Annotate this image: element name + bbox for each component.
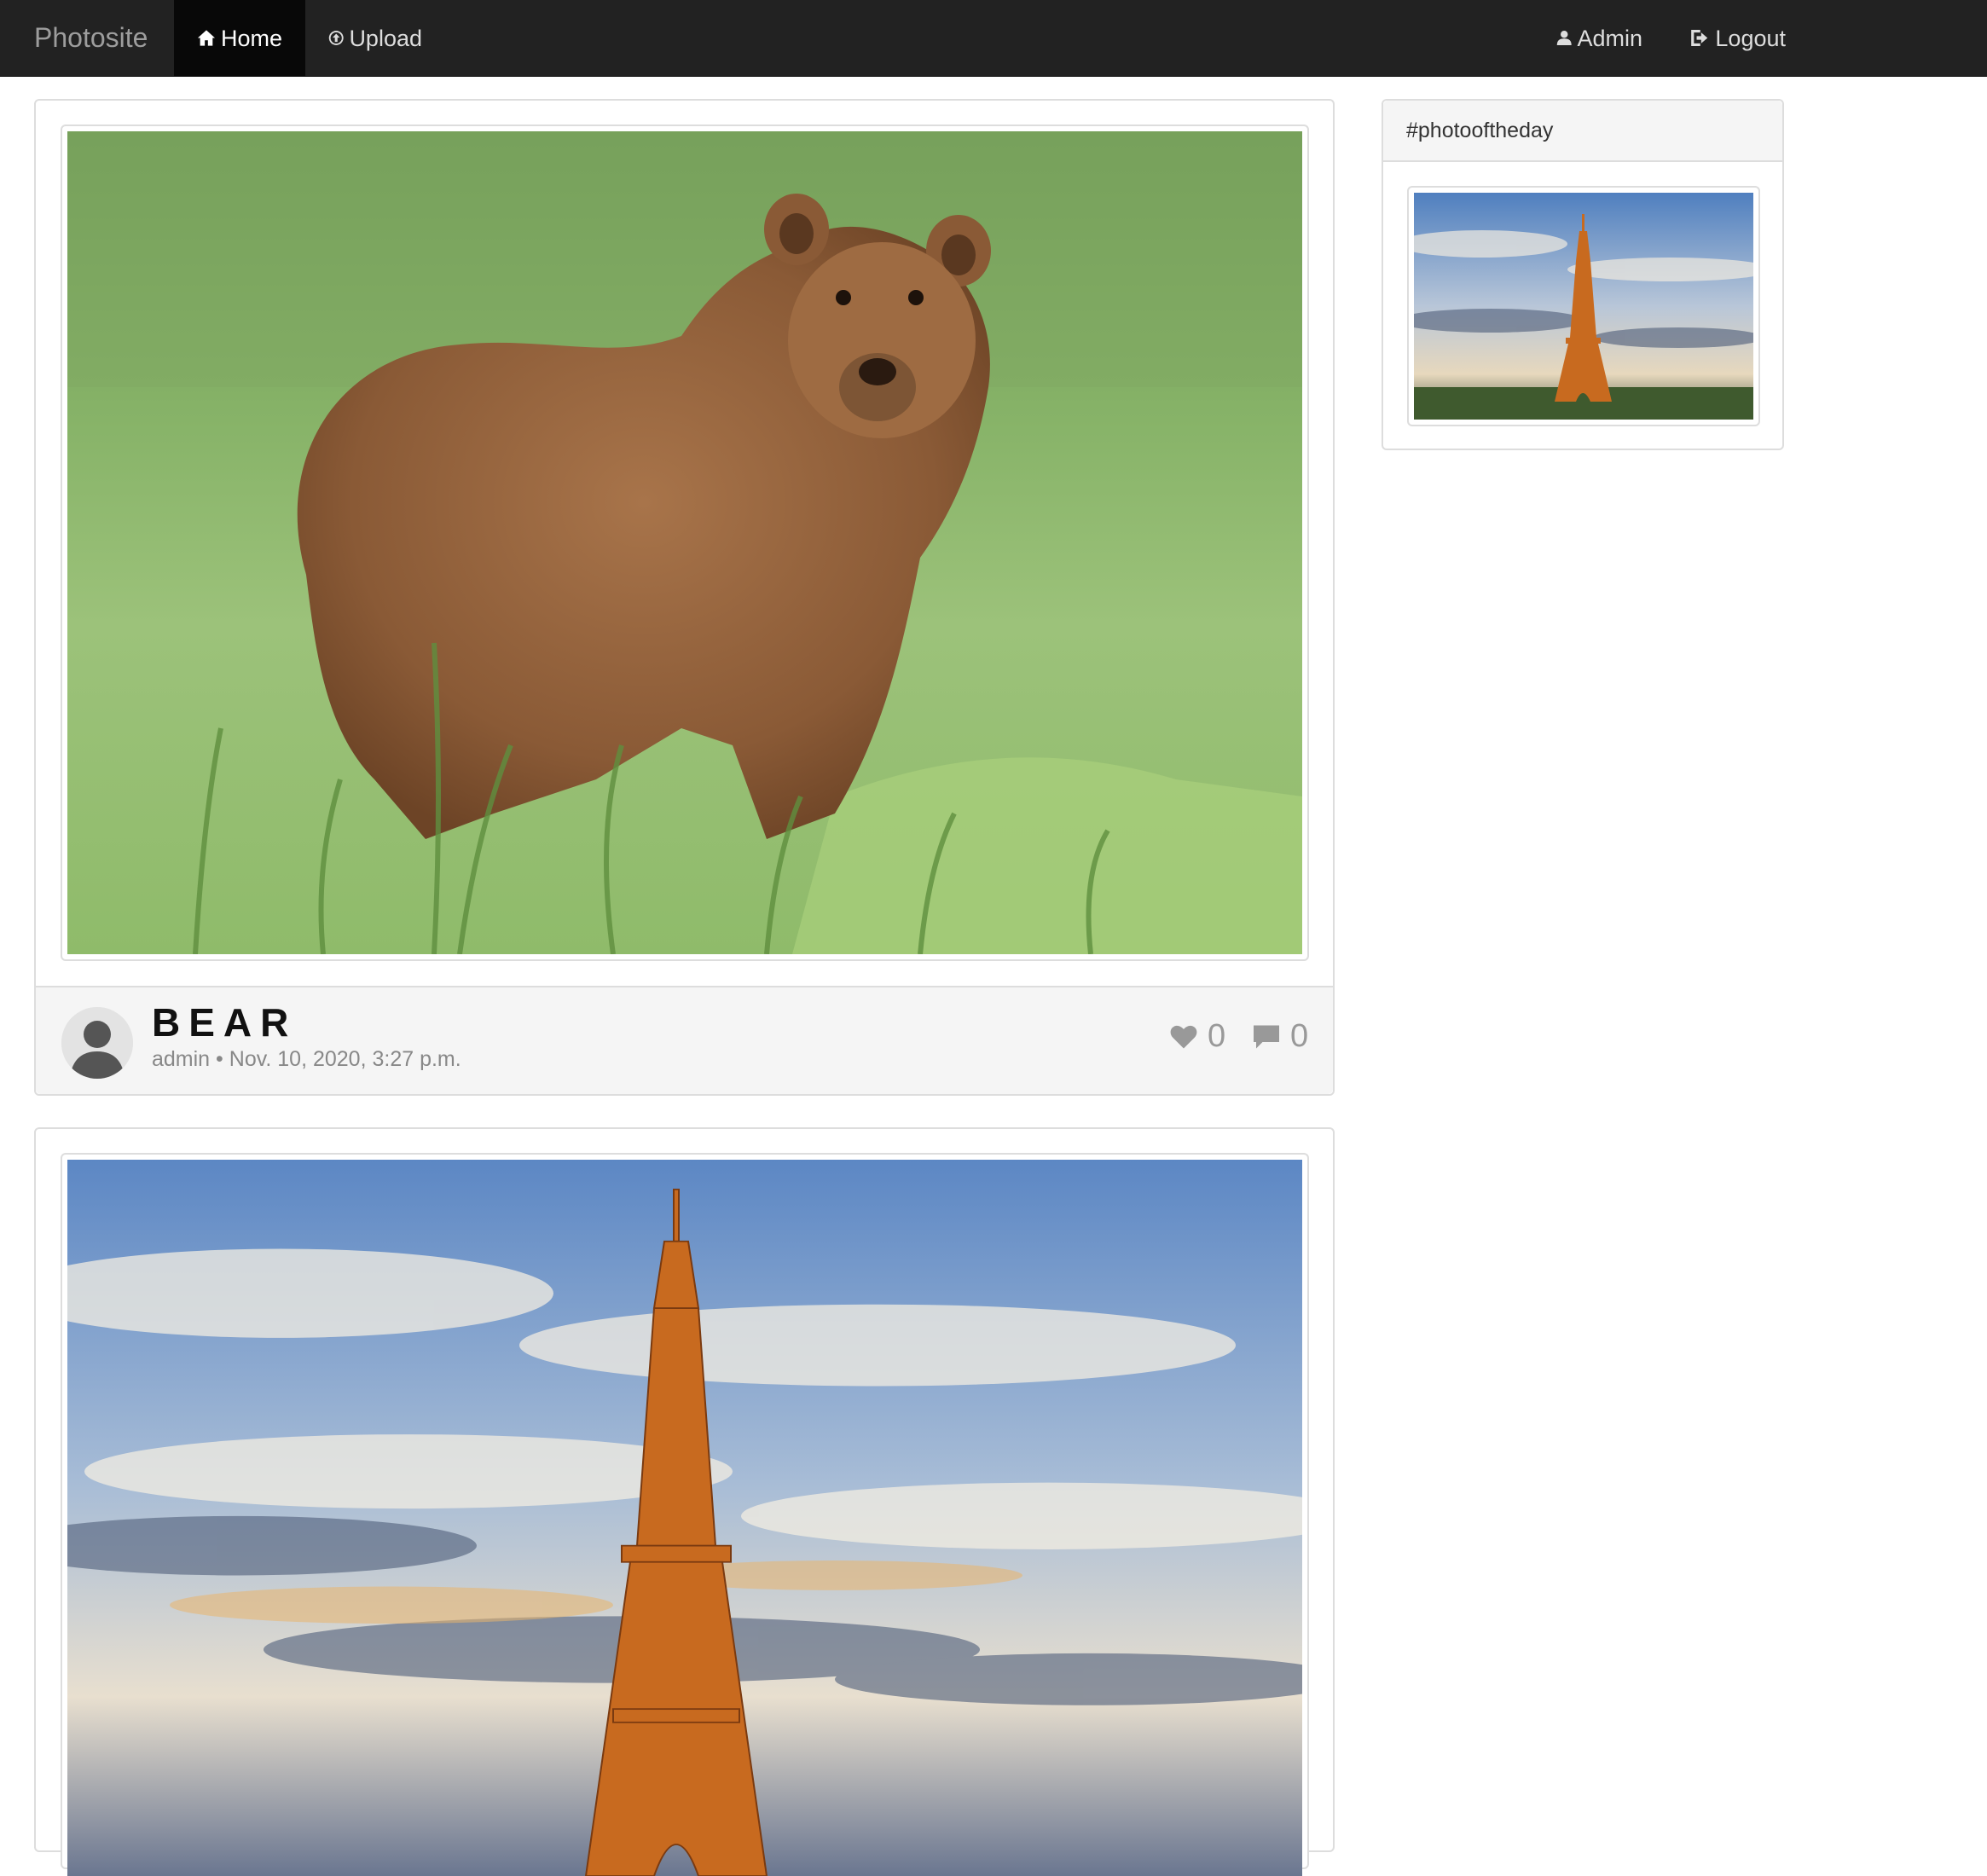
nav-home-link[interactable]: Home [174,0,305,76]
post-image-frame [61,124,1309,961]
eiffel-tower-photo[interactable] [67,1160,1302,1876]
heart-icon [1170,1025,1197,1048]
nav-admin-link[interactable]: Admin [1533,0,1665,76]
nav-upload-label: Upload [349,25,422,51]
nav-logout-link[interactable]: Logout [1665,0,1809,76]
photo-of-the-day-thumbnail [1407,186,1760,426]
post-date: Nov. 10, 2020, 3:27 p.m. [229,1047,461,1071]
upload-circle-icon [328,31,344,45]
post-card: BEAR admin • Nov. 10, 2020, 3:27 p.m. 0 … [34,99,1335,1096]
post-image-frame [61,1153,1309,1876]
comment-button[interactable]: 0 [1251,1018,1308,1055]
brand-logo-link[interactable]: Photosite [34,0,148,76]
post-author-link[interactable]: admin [152,1047,210,1071]
user-icon [1556,31,1572,45]
post-title[interactable]: BEAR [152,999,297,1045]
top-navbar: Photosite Home Upload Admin Logout [0,0,1987,77]
comment-count: 0 [1290,1018,1309,1054]
comment-icon [1254,1025,1279,1048]
nav-upload-link[interactable]: Upload [305,0,445,76]
post-footer: BEAR admin • Nov. 10, 2020, 3:27 p.m. 0 … [36,986,1333,1094]
post-card [34,1127,1335,1876]
meta-separator: • [216,1047,223,1071]
nav-logout-label: Logout [1715,25,1786,51]
home-icon [197,30,216,46]
like-count: 0 [1208,1018,1226,1054]
photo-of-the-day-panel: #photooftheday [1382,99,1784,450]
eiffel-tower-photo[interactable] [1414,193,1753,420]
nav-admin-label: Admin [1577,25,1642,51]
like-button[interactable]: 0 [1168,1018,1225,1055]
post-meta: admin • Nov. 10, 2020, 3:27 p.m. [152,1047,461,1072]
panel-title: #photooftheday [1383,101,1782,162]
brown-bear-photo[interactable] [67,131,1302,954]
default-user-avatar-icon [61,1007,133,1079]
nav-home-label: Home [220,25,282,51]
avatar[interactable] [61,1007,133,1079]
logout-icon [1691,29,1708,47]
